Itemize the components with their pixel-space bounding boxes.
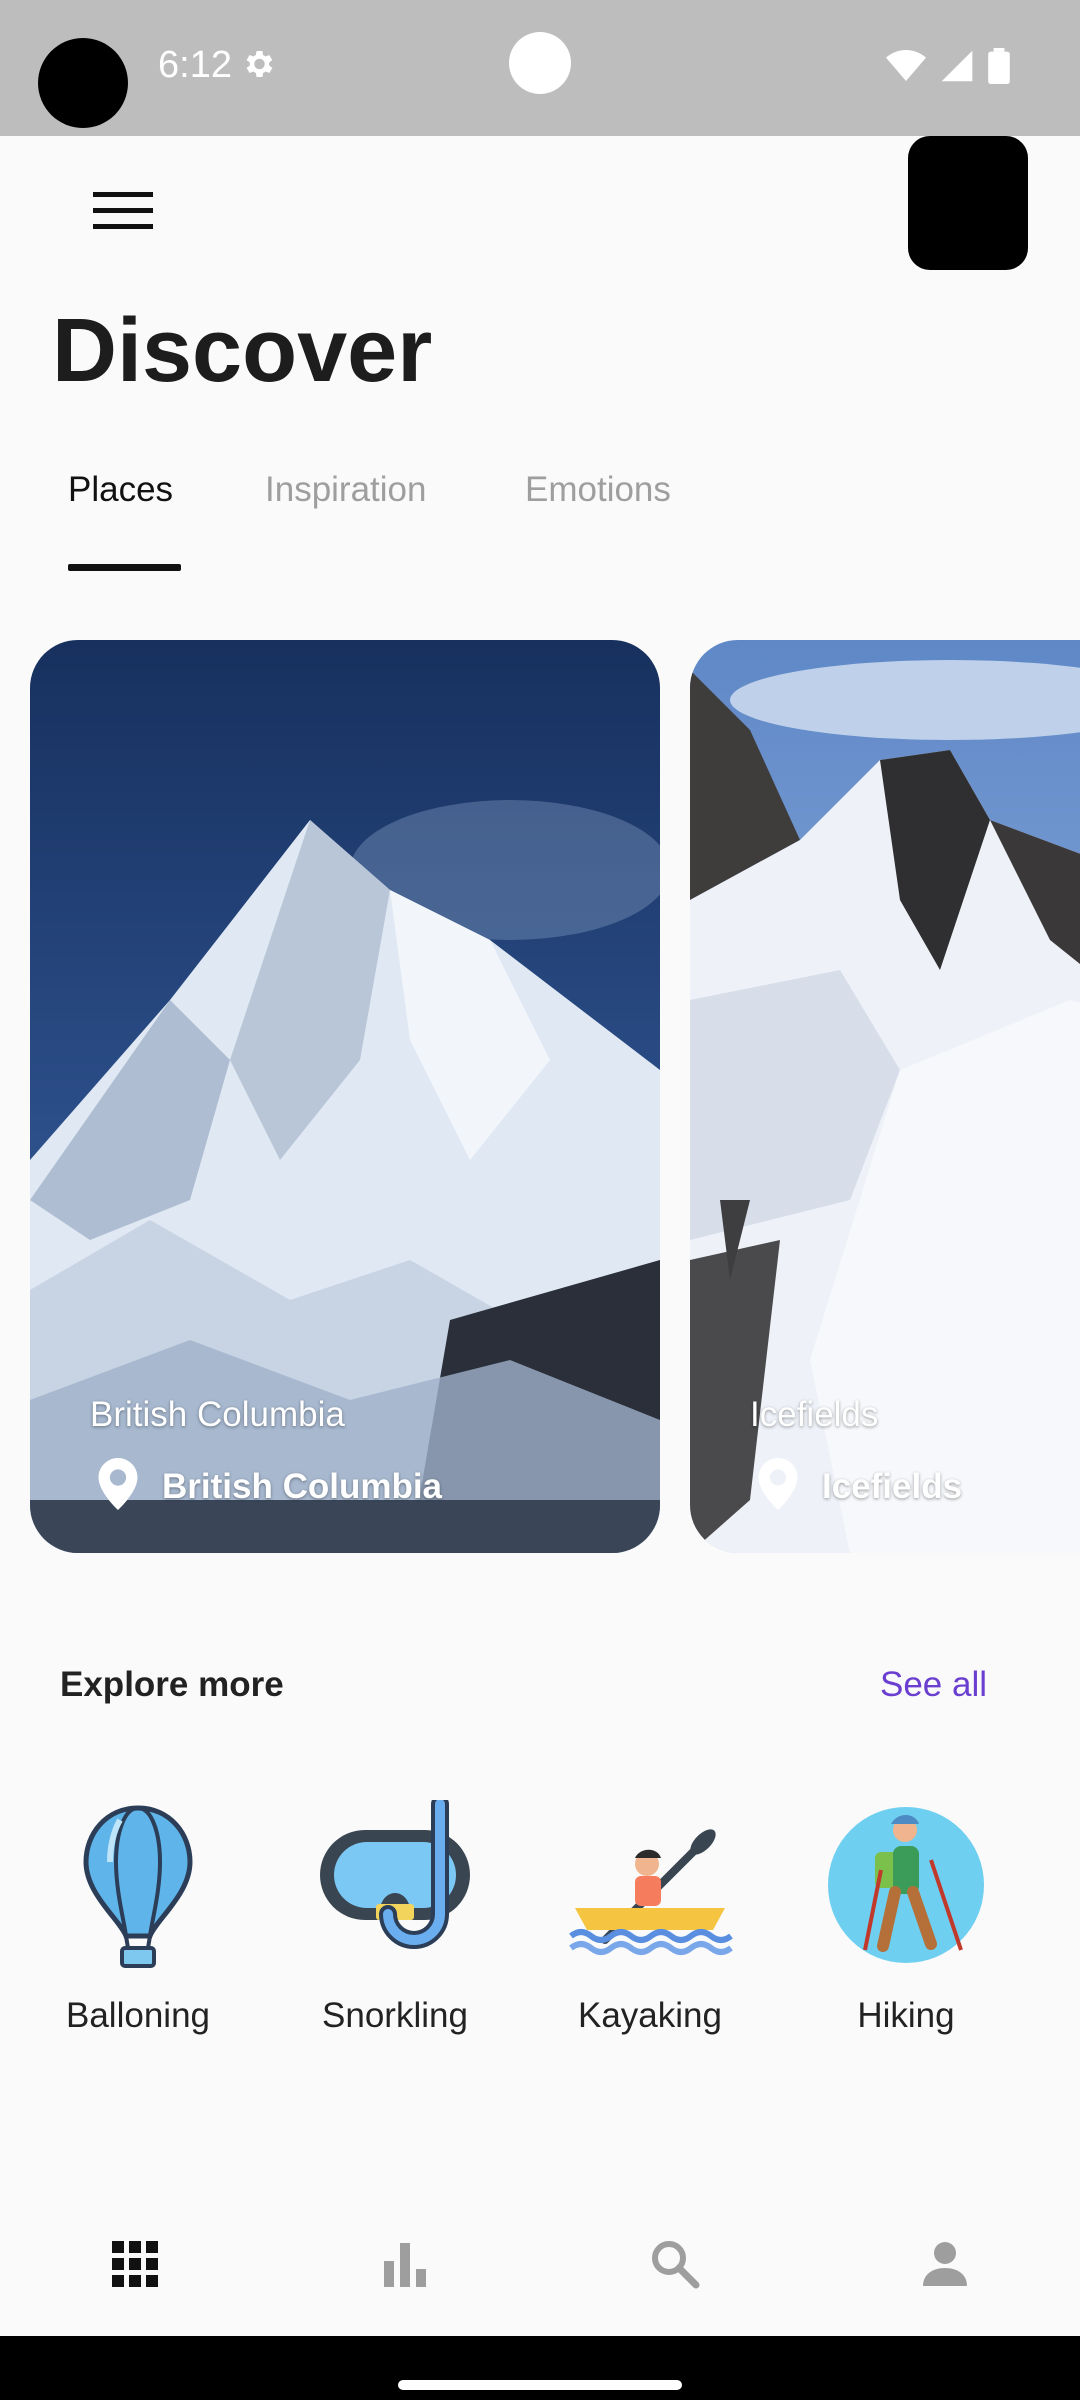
card-location: British Columbia [98, 1458, 442, 1515]
activity-snorkling[interactable]: Snorkling [285, 1800, 505, 2036]
category-tabs: Places Inspiration Emotions [0, 470, 1080, 571]
activity-label: Balloning [66, 1996, 210, 2035]
card-title: Icefields [750, 1395, 879, 1434]
activity-balloning[interactable]: Balloning [28, 1800, 248, 2036]
profile-avatar[interactable] [908, 136, 1028, 270]
see-all-link[interactable]: See all [880, 1665, 987, 1705]
card-location-label: British Columbia [162, 1466, 443, 1506]
card-location: Icefields [758, 1458, 962, 1515]
tab-active-indicator [68, 564, 181, 571]
menu-button[interactable] [80, 175, 166, 251]
location-pin-icon [758, 1458, 798, 1515]
person-icon [921, 2240, 969, 2293]
search-icon [650, 2239, 700, 2294]
activity-label: Snorkling [322, 1996, 468, 2035]
hiker-icon [828, 1807, 984, 1963]
location-pin-icon [98, 1458, 138, 1515]
card-location-label: Icefields [822, 1466, 963, 1506]
activity-hiking[interactable]: Hiking [796, 1800, 1016, 2036]
place-card[interactable]: Icefields Icefields [690, 640, 1080, 1553]
battery-icon [988, 48, 1010, 89]
system-navigation-bar [0, 2336, 1080, 2400]
bar-chart-icon [382, 2241, 428, 2292]
bottom-navigation [0, 2190, 1080, 2336]
nav-search[interactable] [635, 2226, 715, 2306]
status-icons [886, 48, 1010, 89]
discover-screen: 6:12 Discover Places Inspiration Emotion… [0, 0, 1080, 2400]
tab-places[interactable]: Places [68, 470, 173, 510]
menu-icon [93, 190, 153, 237]
wifi-icon [886, 49, 926, 88]
status-bar: 6:12 [0, 0, 1080, 136]
ridge-photo [690, 640, 1080, 1553]
snorkel-mask-icon [320, 1800, 470, 1949]
signal-icon [940, 49, 974, 88]
nav-home[interactable] [95, 2226, 175, 2306]
notch-indicator [509, 32, 571, 94]
nav-stats[interactable] [365, 2226, 445, 2306]
card-title: British Columbia [90, 1395, 345, 1434]
front-camera-cutout [38, 38, 128, 128]
tab-emotions[interactable]: Emotions [525, 470, 671, 510]
kayak-icon [569, 1829, 733, 1955]
page-title: Discover [52, 301, 433, 401]
nav-profile[interactable] [905, 2226, 985, 2306]
settings-icon [240, 46, 276, 87]
explore-more-title: Explore more [60, 1665, 284, 1704]
home-gesture-handle[interactable] [398, 2380, 682, 2390]
hot-air-balloon-icon [83, 1805, 193, 1968]
place-card[interactable]: British Columbia British Columbia [30, 640, 660, 1553]
activity-label: Hiking [857, 1996, 955, 2035]
activity-label: Kayaking [578, 1996, 722, 2035]
status-time: 6:12 [158, 44, 232, 86]
tab-inspiration[interactable]: Inspiration [265, 470, 426, 510]
activity-kayaking[interactable]: Kayaking [540, 1800, 760, 2036]
grid-icon [112, 2240, 158, 2292]
